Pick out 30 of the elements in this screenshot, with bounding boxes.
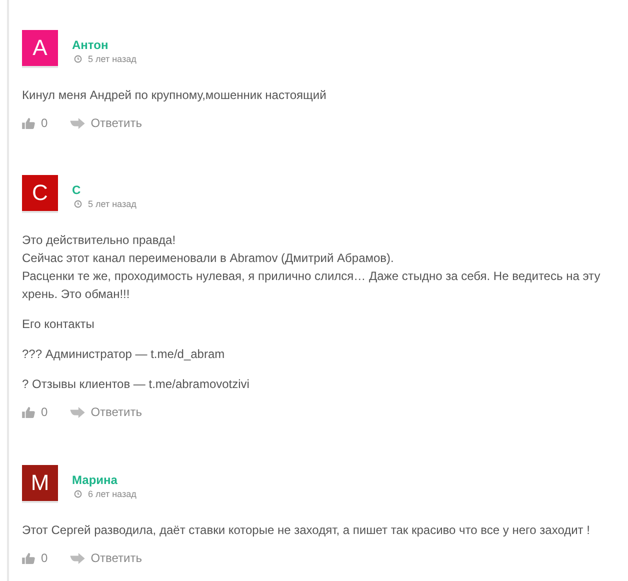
author-name[interactable]: Антон bbox=[72, 38, 136, 52]
reply-button[interactable]: Ответить bbox=[70, 405, 142, 419]
reply-arrow-icon bbox=[70, 552, 85, 564]
like-count: 0 bbox=[41, 405, 48, 419]
avatar: С bbox=[22, 175, 58, 213]
avatar: М bbox=[22, 465, 58, 503]
comment-time: 5 лет назад bbox=[88, 199, 136, 209]
reply-button[interactable]: Ответить bbox=[70, 116, 142, 130]
comment-text: Его контакты bbox=[22, 316, 96, 333]
like-count: 0 bbox=[41, 116, 48, 130]
clock-icon bbox=[74, 55, 82, 63]
comment-time: 5 лет назад bbox=[88, 54, 136, 64]
comment-text: Кинул меня Андрей по крупному,мошенник настоящий bbox=[22, 87, 328, 104]
reply-button[interactable]: Ответить bbox=[70, 551, 142, 565]
comment-text: ? Отзывы клиентов — t.me/abramovotzivi bbox=[22, 376, 250, 393]
comment-time: 6 лет назад bbox=[88, 489, 136, 499]
clock-icon bbox=[74, 490, 82, 498]
author-name[interactable]: Марина bbox=[72, 473, 136, 487]
clock-icon bbox=[74, 200, 82, 208]
comment-text: Это действительно правда! Сейчас этот канал переименовали в Abramov (Дмитрий Абрамов). Расценки те же, проходимость нулевая, я прилично слился… Даже стыдно за себя. Не ведитесь на эту хрень. Это обман!!! bbox=[22, 232, 602, 303]
author-name[interactable]: С bbox=[72, 183, 136, 197]
reply-arrow-icon bbox=[70, 118, 85, 128]
like-count: 0 bbox=[41, 551, 48, 565]
avatar: А bbox=[22, 30, 58, 68]
comment-text: ??? Администратор — t.me/d_abram bbox=[22, 346, 226, 363]
thumbs-up-icon[interactable] bbox=[22, 552, 35, 564]
thumbs-up-icon[interactable] bbox=[22, 118, 35, 128]
reply-arrow-icon bbox=[70, 406, 85, 418]
thumbs-up-icon[interactable] bbox=[22, 406, 35, 418]
comment-text: Этот Сергей разводила, даёт ставки которые не заходят, а пишет так красиво что все у него заходит ! bbox=[22, 522, 591, 539]
